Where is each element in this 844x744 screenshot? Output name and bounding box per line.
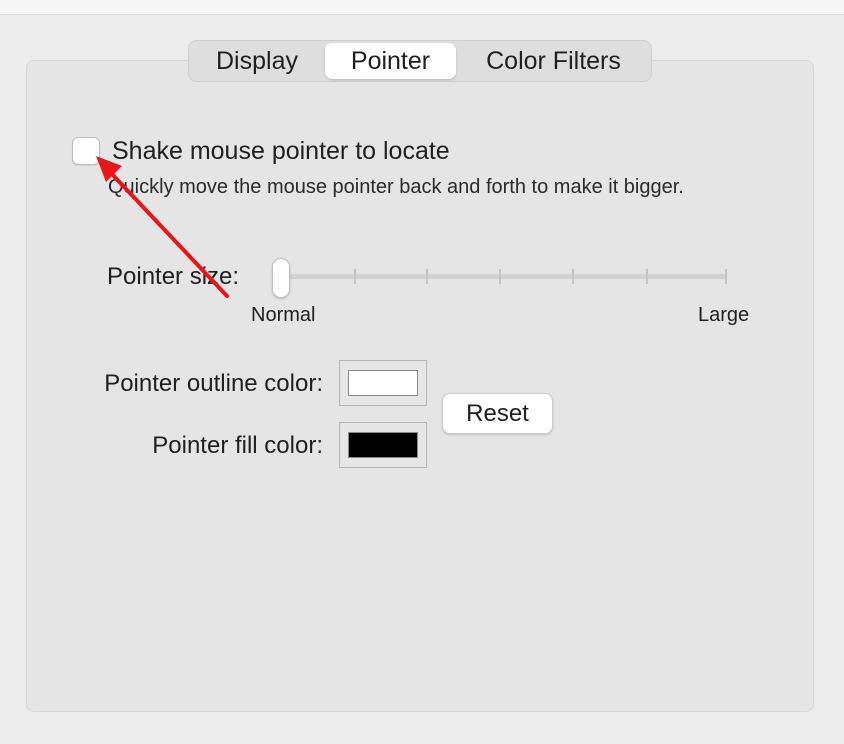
fill-color-swatch: [348, 432, 418, 458]
slider-tick: [646, 269, 648, 284]
outline-color-label: Pointer outline color:: [104, 370, 323, 397]
window-top-bar: [0, 0, 844, 15]
reset-button[interactable]: Reset: [442, 393, 553, 434]
shake-pointer-description: Quickly move the mouse pointer back and …: [108, 176, 684, 198]
slider-tick: [725, 269, 727, 284]
outline-color-well[interactable]: [339, 360, 427, 406]
slider-tick: [572, 269, 574, 284]
pointer-size-slider-thumb[interactable]: [272, 258, 290, 298]
fill-color-well[interactable]: [339, 422, 427, 468]
pointer-size-label: Pointer size:: [107, 263, 240, 290]
fill-color-label: Pointer fill color:: [152, 432, 323, 459]
tab-pointer[interactable]: Pointer: [325, 43, 456, 79]
slider-tick: [426, 269, 428, 284]
pointer-size-slider-track[interactable]: [281, 274, 727, 279]
outline-color-swatch: [348, 370, 418, 396]
slider-tick: [354, 269, 356, 284]
tab-color-filters[interactable]: Color Filters: [458, 43, 649, 79]
slider-tick: [499, 269, 501, 284]
shake-pointer-label: Shake mouse pointer to locate: [112, 137, 450, 165]
tab-bar: Display Pointer Color Filters: [188, 40, 652, 82]
pointer-size-max-label: Large: [698, 304, 750, 326]
shake-pointer-checkbox[interactable]: [72, 137, 100, 165]
tab-display[interactable]: Display: [191, 43, 323, 79]
pointer-size-min-label: Normal: [251, 304, 316, 326]
